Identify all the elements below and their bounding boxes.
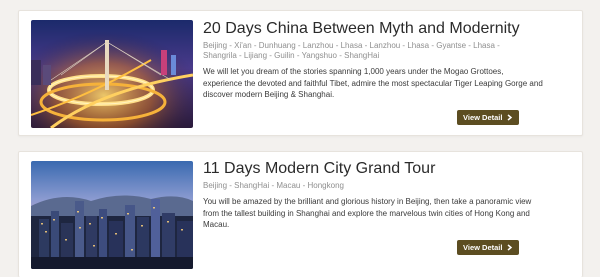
skyline-dusk-photo: [31, 161, 193, 269]
view-detail-button[interactable]: View Detail: [457, 240, 519, 255]
chevron-right-icon: [507, 244, 513, 251]
tour-card: 11 Days Modern City Grand Tour Beijing -…: [18, 151, 583, 277]
bridge-night-photo: [31, 20, 193, 128]
tour-title[interactable]: 11 Days Modern City Grand Tour: [203, 160, 435, 178]
tour-description: We will let you dream of the stories spa…: [203, 67, 543, 99]
tour-card: 20 Days China Between Myth and Modernity…: [18, 10, 583, 136]
tour-image-skyline[interactable]: [31, 161, 193, 269]
tour-description: You will be amazed by the brilliant and …: [203, 197, 532, 229]
chevron-right-icon: [507, 114, 513, 121]
view-detail-button[interactable]: View Detail: [457, 110, 519, 125]
tour-title[interactable]: 20 Days China Between Myth and Modernity: [203, 20, 520, 38]
tour-image-bridge[interactable]: [31, 20, 193, 128]
view-detail-label: View Detail: [463, 243, 503, 252]
tour-route: Beijing - Xi'an - Dunhuang - Lanzhou - L…: [203, 41, 500, 60]
tour-route: Beijing - ShangHai - Macau - Hongkong: [203, 181, 344, 190]
view-detail-label: View Detail: [463, 113, 503, 122]
